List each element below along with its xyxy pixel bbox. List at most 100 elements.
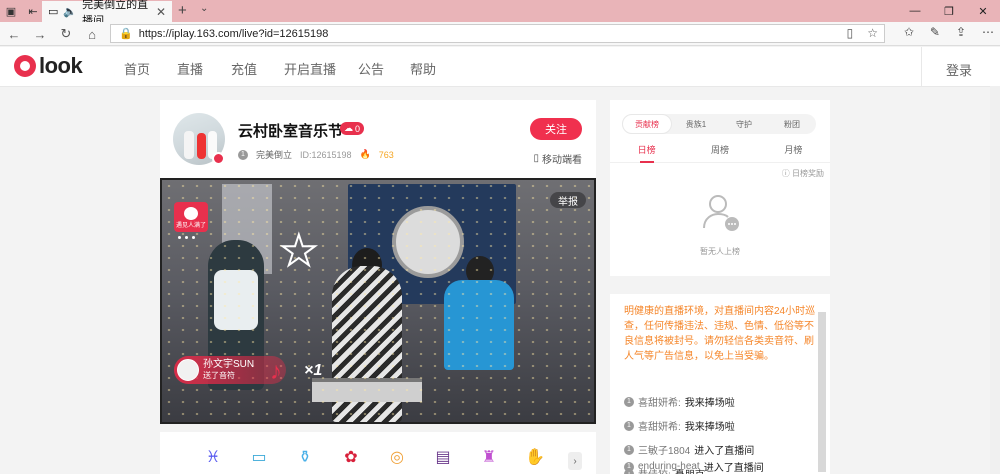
chat-text: 我来捧场啦 [684,398,735,409]
login-link[interactable]: 登录 [946,60,972,79]
music-note-gift-icon: ♪ [270,358,282,385]
chat-user[interactable]: 喜甜妍希: [638,418,681,433]
logo-text: look [39,53,83,78]
room-title: 云村卧室音乐节 [238,123,344,140]
tab-actions-icon[interactable]: ▣ [0,0,22,22]
gift-item-mask-icon[interactable]: ▭ [246,444,272,470]
live-video-player[interactable]: ★ 举报 遇见人满了 孙文宇SUN 送了音符 ♪ ×1 [160,178,596,424]
nav-notice[interactable]: 公告 [358,59,410,78]
nav-home[interactable]: 首页 [124,59,177,78]
empty-user-icon [703,195,739,231]
restore-icon[interactable]: ❐ [932,0,966,22]
live-badge-icon [212,152,225,165]
gift-multiplier: ×1 [304,362,323,379]
speaker-icon[interactable]: 🔈 [63,5,77,18]
user-level-badge: 1 [624,396,634,407]
hot-badge: ☁ 0 [340,122,365,135]
gift-list: ♓ ▭ ⚱ ✿ ◎ ▤ ♜ ✋ [200,444,548,470]
mobile-icon: ▯ [533,153,539,164]
home-icon[interactable]: ⌂ [82,25,102,43]
lock-icon: 🔒 [119,28,133,40]
nav-recharge[interactable]: 充值 [231,59,284,78]
browser-tab[interactable]: ▭ 🔈 完美倒立的直播间 ✕ [42,0,172,27]
gift-item-ring-icon[interactable]: ◎ [384,444,410,470]
video-star-decoration: ★ [279,226,319,275]
user-level-badge: 1 [624,444,634,455]
gift-item-rose-icon[interactable]: ✿ [338,444,364,470]
close-tab-icon[interactable]: ✕ [156,5,166,19]
page-icon: ▭ [48,6,59,18]
share-icon[interactable]: ⇪ [956,25,966,39]
minimize-icon[interactable]: — [898,0,932,22]
more-icon[interactable]: ⋯ [982,25,994,39]
chat-message: 1 enduring-heat 进入了直播间 [624,459,764,474]
chat-text: 进入了直播间 [703,463,764,474]
gift-item-bottle-icon[interactable]: ⚱ [292,444,318,470]
favorites-icon[interactable]: ✩ [904,25,914,39]
url-text: https://iplay.163.com/live?id=12615198 [138,27,329,40]
look-logo[interactable]: look [14,53,83,79]
nav-help[interactable]: 帮助 [410,59,436,78]
back-icon[interactable]: ← [4,25,24,43]
nav-start-live[interactable]: 开启直播 [284,59,358,78]
address-bar: ← → ↻ ⌂ 🔒 https://iplay.163.com/live?id=… [0,22,1000,46]
chevron-right-icon[interactable]: › [568,452,582,470]
pen-icon[interactable]: ✎ [930,25,940,39]
activity-card-dots [178,236,195,239]
browser-toolbar: ✩ ✎ ⇪ ⋯ [904,25,994,39]
header-divider [921,47,922,87]
chat-message: 1 三敏子1804 进入了直播间 [624,442,754,457]
forward-icon[interactable]: → [30,25,50,43]
gift-item-cake-icon[interactable]: ▤ [430,444,456,470]
chat-user[interactable]: enduring-heat [638,461,700,472]
chat-text: 进入了直播间 [694,446,755,457]
daily-reward-label: 日榜奖励 [792,169,824,178]
cloud-icon: ☁ [344,123,353,133]
sender-avatar [177,359,199,381]
fire-icon: 🔥 [359,149,371,159]
close-window-icon[interactable]: ✕ [966,0,1000,22]
mobile-view-link[interactable]: ▯ 移动端看 [533,151,582,166]
report-button[interactable]: 举报 [550,192,586,208]
chat-user[interactable]: 三敏子1804 [638,442,690,457]
logo-mark-icon [14,55,36,77]
follow-button[interactable]: 关注 [530,118,582,140]
gift-item-hand-icon[interactable]: ✋ [522,444,548,470]
tab-contribution[interactable]: 贡献榜 [622,114,672,134]
tab-list-icon[interactable]: ⌄ [200,3,208,14]
ranking-tabs: 贡献榜 贵族1 守护 粉团 [622,114,816,134]
new-tab-icon[interactable]: + [178,2,187,19]
tab-aside-icon[interactable]: ⇤ [22,0,44,22]
main-nav: 首页 直播 充值 开启直播 公告 帮助 [124,59,436,78]
chat-user[interactable]: 喜甜妍希: [638,394,681,409]
daily-reward-link[interactable]: ⓘ 日榜奖励 [782,168,824,179]
page-scrollbar[interactable] [990,86,1000,474]
tab-weekly[interactable]: 周榜 [683,140,756,162]
chat-scrollbar[interactable] [818,312,826,472]
favorite-star-icon[interactable]: ☆ [867,26,878,40]
gift-action: 送了音符 [203,371,235,380]
refresh-icon[interactable]: ↻ [56,25,76,43]
chat-panel: 明健康的直播环境，对直播间内容24小时巡查，任何传播违法、违规、色情、低俗等不良… [610,294,830,474]
empty-ranking-text: 暂无人上榜 [700,247,740,256]
host-name[interactable]: 完美倒立 [256,148,292,161]
gift-item-castle-icon[interactable]: ♜ [476,444,502,470]
host-level-badge: 1 [238,149,248,160]
window-controls: — ❐ ✕ [898,0,1000,22]
mobile-label: 移动端看 [542,155,582,166]
url-field[interactable]: 🔒 https://iplay.163.com/live?id=12615198… [110,24,885,43]
tab-fan-group[interactable]: 粉团 [768,114,816,134]
tab-monthly[interactable]: 月榜 [757,140,830,162]
tab-daily[interactable]: 日榜 [610,140,683,163]
ranking-period-tabs: 日榜 周榜 月榜 [610,140,830,163]
activity-card[interactable]: 遇见人满了 [174,202,208,232]
tab-nobility[interactable]: 贵族1 [672,114,720,134]
nav-live[interactable]: 直播 [177,59,231,78]
host-meta: 1 完美倒立 ID:12615198 🔥 763 [238,148,394,161]
chat-notice: 明健康的直播环境，对直播间内容24小时巡查，任何传播违法、违规、色情、低俗等不良… [624,306,816,362]
reading-view-icon[interactable]: ▯ [847,26,854,40]
tab-guard[interactable]: 守护 [720,114,768,134]
gift-item-pisces-icon[interactable]: ♓ [200,444,226,470]
ranking-panel: 贡献榜 贵族1 守护 粉团 日榜 周榜 月榜 ⓘ 日榜奖励 暂无人上榜 [610,100,830,276]
room-id: ID:12615198 [300,149,352,160]
